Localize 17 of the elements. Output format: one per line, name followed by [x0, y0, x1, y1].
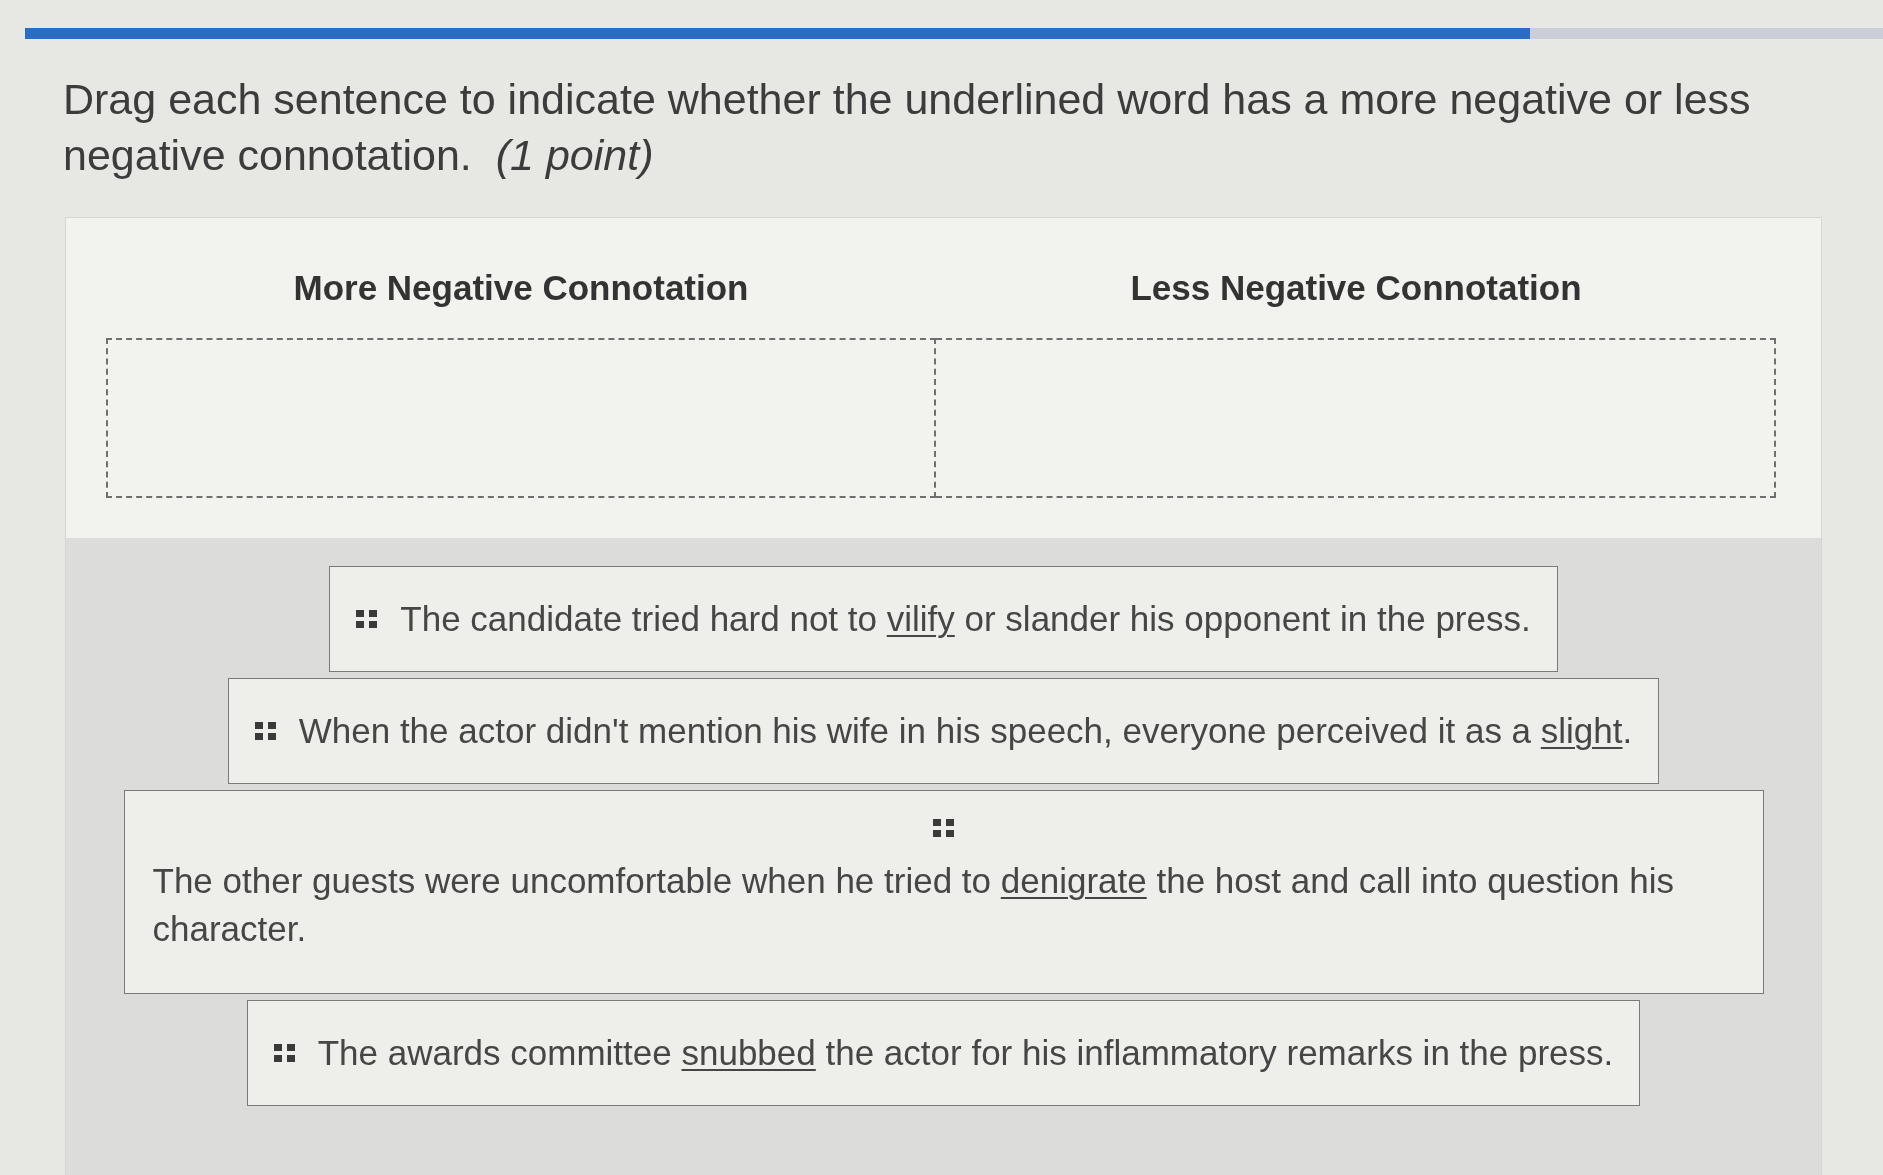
- drop-zone[interactable]: [106, 338, 936, 498]
- sentence-card[interactable]: The candidate tried hard not to vilify or slander his opponent in the press.: [329, 566, 1558, 672]
- column-heading: More Negative Connotation: [292, 268, 750, 308]
- sentence-text: The awards committee snubbed the actor for his inflammatory remarks in the press.: [317, 1032, 1614, 1074]
- sentence-card[interactable]: When the actor didn't mention his wife in his speech, everyone perceived it as a slight.: [227, 678, 1660, 784]
- sentence-card[interactable]: The awards committee snubbed the actor for his inflammatory remarks in the press.: [246, 1000, 1641, 1106]
- drag-handle-icon: [254, 722, 277, 740]
- drag-handle-icon: [932, 819, 955, 837]
- sentence-text: The other guests were uncomfortable when he tried to denigrate the host and call into question his character.: [152, 860, 1675, 950]
- sentence-card[interactable]: The other guests were uncomfortable when he tried to denigrate the host and call into question his character.: [123, 790, 1764, 994]
- drag-handle-icon: [356, 610, 379, 628]
- column-heading: Less Negative Connotation: [1129, 268, 1583, 308]
- drop-zone[interactable]: [936, 338, 1776, 498]
- drag-handle-icon: [273, 1044, 296, 1062]
- sentence-text: The candidate tried hard not to vilify or slander his opponent in the press.: [400, 598, 1531, 640]
- sentence-text: When the actor didn't mention his wife in his speech, everyone perceived it as a slight.: [298, 710, 1633, 752]
- question-text: Drag each sentence to indicate whether the underlined word has a more negative or less negative connotation. (1 point): [63, 74, 1752, 181]
